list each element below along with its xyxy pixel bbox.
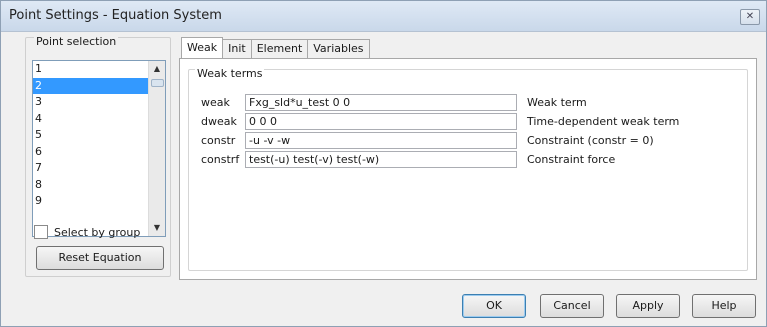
constr-name: constr xyxy=(201,134,236,147)
dweak-input[interactable]: 0 0 0 xyxy=(245,113,517,130)
constr-description: Constraint (constr = 0) xyxy=(527,134,654,147)
point-list[interactable]: 1 2 3 4 5 6 7 8 9 ▲ ▼ xyxy=(32,60,166,237)
weak-description: Weak term xyxy=(527,96,587,109)
ok-button[interactable]: OK xyxy=(462,294,526,318)
list-item[interactable]: 7 xyxy=(33,160,165,177)
constrf-name: constrf xyxy=(201,153,240,166)
list-item[interactable]: 5 xyxy=(33,127,165,144)
cancel-button[interactable]: Cancel xyxy=(540,294,604,318)
tab-element[interactable]: Element xyxy=(250,39,309,58)
point-settings-dialog: Point Settings - Equation System ✕ Point… xyxy=(0,0,767,327)
tab-bar: Weak Init Element Variables xyxy=(181,37,370,59)
window-title: Point Settings - Equation System xyxy=(9,8,222,23)
list-item[interactable]: 3 xyxy=(33,94,165,111)
scroll-thumb[interactable] xyxy=(151,79,164,87)
list-item[interactable]: 9 xyxy=(33,193,165,210)
select-by-group-row[interactable]: Select by group xyxy=(34,224,140,240)
tab-weak[interactable]: Weak xyxy=(181,37,224,58)
scroll-down-icon[interactable]: ▼ xyxy=(149,220,165,236)
help-button[interactable]: Help xyxy=(692,294,756,318)
point-selection-label: Point selection xyxy=(34,35,119,48)
select-by-group-checkbox[interactable] xyxy=(34,225,48,239)
list-scrollbar[interactable]: ▲ ▼ xyxy=(148,61,165,236)
list-item-selected[interactable]: 2 xyxy=(33,77,165,94)
weak-terms-group: Weak terms weak Fxg_sld*u_test 0 0 Weak … xyxy=(188,67,748,271)
apply-button[interactable]: Apply xyxy=(616,294,680,318)
dweak-name: dweak xyxy=(201,115,237,128)
constr-input[interactable]: -u -v -w xyxy=(245,132,517,149)
close-button[interactable]: ✕ xyxy=(740,9,760,25)
title-bar: Point Settings - Equation System ✕ xyxy=(1,1,766,32)
list-item[interactable]: 6 xyxy=(33,144,165,161)
tab-init[interactable]: Init xyxy=(222,39,252,58)
list-item[interactable]: 4 xyxy=(33,111,165,128)
reset-equation-button[interactable]: Reset Equation xyxy=(36,246,164,270)
dweak-description: Time-dependent weak term xyxy=(527,115,680,128)
list-item[interactable]: 1 xyxy=(33,61,165,78)
weak-tab-panel: Weak terms weak Fxg_sld*u_test 0 0 Weak … xyxy=(179,58,757,280)
constrf-description: Constraint force xyxy=(527,153,616,166)
list-item[interactable]: 8 xyxy=(33,177,165,194)
close-icon: ✕ xyxy=(745,11,755,22)
point-selection-group: Point selection 1 2 3 4 5 6 7 8 9 ▲ ▼ Se… xyxy=(25,35,171,277)
tab-variables[interactable]: Variables xyxy=(307,39,370,58)
constrf-input[interactable]: test(-u) test(-v) test(-w) xyxy=(245,151,517,168)
weak-terms-label: Weak terms xyxy=(195,67,265,80)
weak-name: weak xyxy=(201,96,230,109)
select-by-group-label: Select by group xyxy=(54,225,141,239)
scroll-up-icon[interactable]: ▲ xyxy=(149,61,165,77)
weak-input[interactable]: Fxg_sld*u_test 0 0 xyxy=(245,94,517,111)
